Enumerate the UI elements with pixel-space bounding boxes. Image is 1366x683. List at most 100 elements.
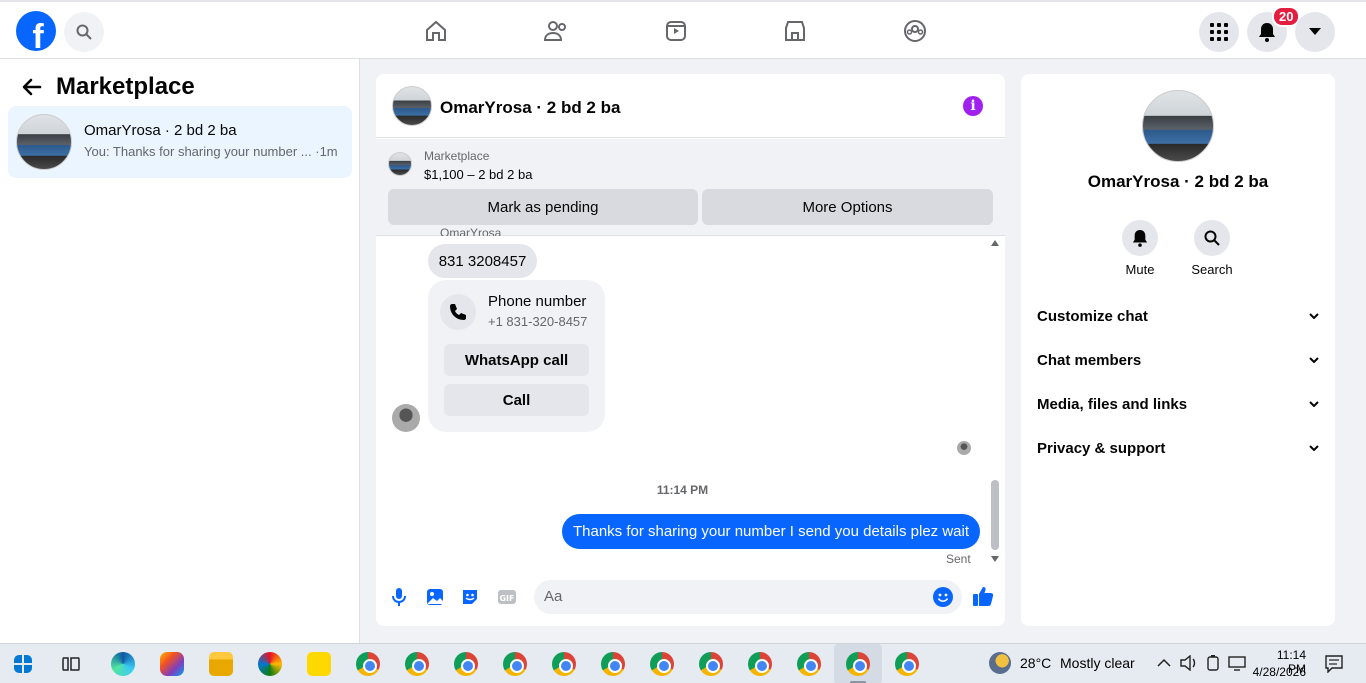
friends-icon[interactable] xyxy=(541,16,571,46)
customize-chat-row[interactable]: Customize chat xyxy=(1037,302,1319,330)
chat-header: OmarYrosa · 2 bd 2 ba i xyxy=(376,74,1005,138)
paint-icon[interactable] xyxy=(258,652,282,676)
profile-name: OmarYrosa · 2 bd 2 ba xyxy=(1087,172,1269,191)
media-files-links-row[interactable]: Media, files and links xyxy=(1037,390,1319,418)
grid-icon xyxy=(1210,23,1228,41)
top-navigation: f 20 xyxy=(0,0,1366,59)
message-status: Sent xyxy=(946,552,971,566)
listing-price[interactable]: $1,100 – 2 bd 2 ba xyxy=(424,167,532,182)
chat-title[interactable]: OmarYrosa · 2 bd 2 ba xyxy=(440,98,620,118)
chevron-down-icon xyxy=(1309,357,1319,363)
windows-start-icon[interactable] xyxy=(14,655,32,673)
battery-icon[interactable] xyxy=(1206,655,1220,671)
chrome-icon[interactable] xyxy=(601,652,625,676)
account-button[interactable] xyxy=(1295,12,1335,52)
chrome-icon[interactable] xyxy=(405,652,429,676)
scroll-down-icon[interactable] xyxy=(991,556,999,562)
chrome-icon[interactable] xyxy=(748,652,772,676)
whatsapp-call-button[interactable]: WhatsApp call xyxy=(444,344,589,376)
chat-info-panel: OmarYrosa · 2 bd 2 ba Mute Search Custom… xyxy=(1021,74,1335,626)
conversation-snippet: You: Thanks for sharing your number ... … xyxy=(84,144,338,159)
search-icon xyxy=(76,24,92,40)
chrome-icon[interactable] xyxy=(797,652,821,676)
chrome-icon[interactable] xyxy=(454,652,478,676)
message-composer: GIF Aa xyxy=(376,574,1005,626)
chevron-down-icon xyxy=(1309,28,1321,35)
chrome-icon[interactable] xyxy=(650,652,674,676)
chat-avatar[interactable] xyxy=(392,86,432,126)
more-options-button[interactable]: More Options xyxy=(702,189,993,225)
left-sidebar: Marketplace OmarYrosa · 2 bd 2 ba You: T… xyxy=(0,59,360,643)
thumbs-up-icon[interactable] xyxy=(972,585,994,607)
scroll-up-icon[interactable] xyxy=(991,240,999,246)
section-label: Media, files and links xyxy=(1037,395,1188,413)
phone-icon xyxy=(440,294,476,330)
task-view-icon[interactable] xyxy=(62,655,80,673)
chevron-down-icon xyxy=(1309,313,1319,319)
menu-grid-button[interactable] xyxy=(1199,12,1239,52)
mute-label: Mute xyxy=(1125,262,1155,277)
microphone-icon[interactable] xyxy=(389,587,409,607)
scrollbar-thumb[interactable] xyxy=(991,480,999,550)
phone-number-card: Phone number +1 831-320-8457 WhatsApp ca… xyxy=(428,280,605,432)
chevron-down-icon xyxy=(1309,401,1319,407)
file-explorer-icon[interactable] xyxy=(209,652,233,676)
search-icon xyxy=(1204,230,1220,246)
message-bubble[interactable]: 831 3208457 xyxy=(428,244,537,278)
sticky-notes-icon[interactable] xyxy=(307,652,331,676)
copilot-icon[interactable] xyxy=(160,652,184,676)
profile-avatar[interactable] xyxy=(1142,90,1214,162)
marketplace-icon[interactable] xyxy=(780,16,810,46)
read-receipt-avatar xyxy=(957,441,971,455)
sticker-icon[interactable] xyxy=(460,587,480,607)
listing-thumbnail[interactable] xyxy=(388,152,412,176)
mark-pending-button[interactable]: Mark as pending xyxy=(388,189,698,225)
facebook-logo[interactable]: f xyxy=(16,11,56,51)
photo-icon[interactable] xyxy=(425,587,445,607)
chrome-icon[interactable] xyxy=(356,652,380,676)
weather-temperature[interactable]: 28°C xyxy=(1020,655,1051,671)
privacy-support-row[interactable]: Privacy & support xyxy=(1037,434,1319,462)
emoji-icon[interactable] xyxy=(933,587,953,607)
weather-icon[interactable] xyxy=(989,652,1011,674)
groups-icon[interactable] xyxy=(900,16,930,46)
clock-date[interactable]: 4/28/2026 xyxy=(1252,665,1306,679)
message-input[interactable]: Aa xyxy=(534,580,962,614)
search-label: Search xyxy=(1191,262,1233,277)
chat-members-row[interactable]: Chat members xyxy=(1037,346,1319,374)
conversation-name: OmarYrosa · 2 bd 2 ba xyxy=(84,122,237,139)
sender-avatar[interactable] xyxy=(392,404,420,432)
gif-icon[interactable]: GIF xyxy=(497,587,517,607)
notification-center-icon[interactable] xyxy=(1325,655,1343,673)
back-arrow-icon[interactable] xyxy=(20,75,44,99)
home-icon[interactable] xyxy=(421,16,451,46)
video-icon[interactable] xyxy=(661,16,691,46)
section-label: Customize chat xyxy=(1037,307,1148,325)
chrome-icon[interactable] xyxy=(503,652,527,676)
chrome-icon[interactable] xyxy=(846,652,870,676)
bell-icon xyxy=(1132,230,1148,247)
chevron-up-icon[interactable] xyxy=(1157,658,1171,668)
conversation-item[interactable]: OmarYrosa · 2 bd 2 ba You: Thanks for sh… xyxy=(8,106,352,178)
speaker-icon[interactable] xyxy=(1180,655,1198,671)
svg-text:GIF: GIF xyxy=(499,594,514,603)
conversation-avatar xyxy=(16,114,72,170)
card-phone-number: +1 831-320-8457 xyxy=(488,314,588,329)
call-button[interactable]: Call xyxy=(444,384,589,416)
info-icon[interactable]: i xyxy=(963,96,983,116)
section-label: Privacy & support xyxy=(1037,439,1166,457)
search-conversation-button[interactable]: Search xyxy=(1182,220,1242,277)
weather-description[interactable]: Mostly clear xyxy=(1060,655,1135,671)
message-timestamp: 11:14 PM xyxy=(656,483,709,497)
page-title: Marketplace xyxy=(56,73,195,100)
network-icon[interactable] xyxy=(1228,655,1246,671)
chrome-icon[interactable] xyxy=(699,652,723,676)
my-message-bubble[interactable]: Thanks for sharing your number I send yo… xyxy=(562,514,980,549)
section-label: Chat members xyxy=(1037,351,1142,369)
chrome-icon[interactable] xyxy=(552,652,576,676)
edge-icon[interactable] xyxy=(111,652,135,676)
chrome-icon[interactable] xyxy=(895,652,919,676)
search-button[interactable] xyxy=(64,12,104,52)
mute-button[interactable]: Mute xyxy=(1110,220,1170,277)
card-title: Phone number xyxy=(488,293,587,310)
